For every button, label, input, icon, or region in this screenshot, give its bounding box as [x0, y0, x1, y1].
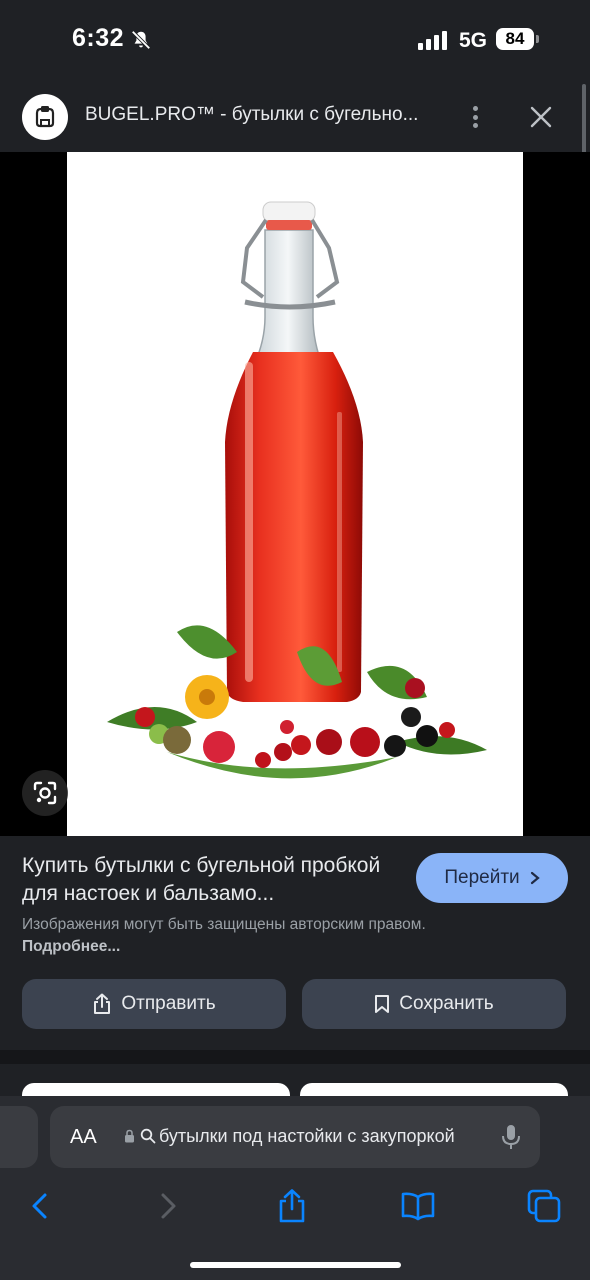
chevron-right-icon — [530, 871, 540, 885]
lock-icon — [125, 1129, 134, 1143]
flower — [185, 675, 229, 719]
bottle-logo-icon — [35, 106, 55, 128]
signal-icon — [418, 30, 447, 50]
text-size-button[interactable]: AA — [70, 1126, 97, 1149]
battery-tip — [536, 35, 539, 43]
product-photo[interactable] — [67, 152, 523, 836]
browser-toolbar: AA бутылки под настойки с закупоркой — [0, 1096, 590, 1280]
save-button-label: Сохранить — [399, 993, 494, 1014]
lens-glyph — [33, 781, 57, 805]
bell-slash-icon — [131, 30, 151, 50]
forward-icon[interactable] — [150, 1188, 186, 1224]
back-icon[interactable] — [22, 1188, 58, 1224]
status-time: 6:32 — [72, 24, 125, 52]
bookmarks-icon[interactable] — [400, 1188, 436, 1224]
save-button[interactable]: Сохранить — [302, 979, 566, 1029]
copyright-notice: Изображения могут быть защищены авторски… — [22, 914, 442, 958]
share-icon[interactable] — [274, 1188, 310, 1224]
address-bar[interactable]: AA бутылки под настойки с закупоркой — [50, 1106, 540, 1168]
site-logo[interactable] — [22, 94, 68, 140]
bookmark-icon — [375, 995, 390, 1013]
share-button-label: Отправить — [121, 993, 216, 1014]
search-icon — [140, 1128, 156, 1144]
network-label: 5G — [459, 29, 488, 52]
url-text[interactable]: бутылки под настойки с закупоркой — [159, 1126, 482, 1147]
result-title[interactable]: Купить бутылки с бугельной пробкой для н… — [22, 852, 402, 908]
site-title[interactable]: BUGEL.PRO™ - бутылки с бугельно... — [85, 104, 430, 126]
bottle-illustration — [107, 201, 487, 779]
more-link[interactable]: Подробнее... — [22, 938, 120, 955]
image-viewer — [0, 152, 590, 836]
visit-button[interactable]: Перейти — [416, 853, 568, 903]
home-indicator[interactable] — [190, 1262, 401, 1268]
close-icon[interactable] — [526, 102, 556, 132]
mic-icon[interactable] — [500, 1123, 522, 1151]
more-vert-icon[interactable] — [463, 102, 487, 132]
share-button[interactable]: Отправить — [22, 979, 286, 1029]
share-icon — [94, 993, 111, 1014]
copyright-text: Изображения могут быть защищены авторски… — [22, 916, 426, 933]
visit-button-label: Перейти — [444, 867, 520, 888]
viewer-header: BUGEL.PRO™ - бутылки с бугельно... — [0, 80, 590, 152]
tabs-icon[interactable] — [526, 1188, 562, 1224]
previous-tab[interactable] — [0, 1106, 38, 1168]
status-bar: 6:32 5G 84 — [0, 0, 590, 80]
lens-icon[interactable] — [22, 770, 68, 816]
section-divider — [0, 1050, 590, 1064]
result-info-panel: Купить бутылки с бугельной пробкой для н… — [0, 836, 590, 1050]
battery-icon: 84 — [496, 28, 534, 50]
